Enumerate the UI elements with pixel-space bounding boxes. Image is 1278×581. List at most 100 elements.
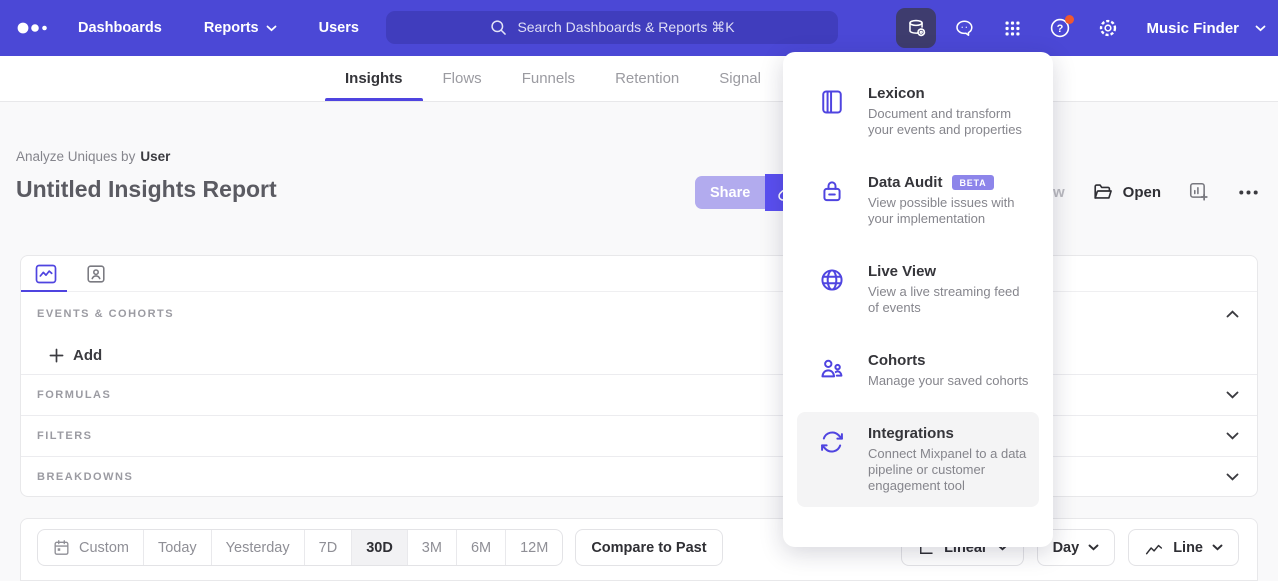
tab-funnels[interactable]: Funnels [502,56,595,101]
builder-tabs [21,256,1257,292]
menu-item-desc: View a live streaming feed of events [868,284,1031,316]
chart-tab-icon [34,263,58,285]
filters-section-header[interactable]: FILTERS [21,415,1257,456]
search-input[interactable]: Search Dashboards & Reports ⌘K [386,11,838,44]
add-event-button[interactable]: Add [21,336,1257,374]
range-label: Custom [79,540,129,556]
plus-icon [49,348,64,363]
notification-dot [1065,15,1074,24]
mixpanel-logo-icon[interactable] [16,21,60,35]
share-button[interactable]: Share [695,176,765,209]
menu-item-text: Data Audit BETA View possible issues wit… [868,174,1031,227]
range-label: Yesterday [226,540,290,556]
chevron-down-icon[interactable] [1226,473,1239,481]
nav-item-dashboards[interactable]: Dashboards [78,20,162,36]
tab-users-profile[interactable] [83,263,109,285]
menu-item-desc: Document and transform your events and p… [868,106,1031,138]
nav-item-label: Reports [204,20,259,36]
range-label: 12M [520,540,548,556]
project-name: Music Finder [1146,20,1239,37]
range-7d[interactable]: 7D [304,530,352,565]
book-icon [818,87,848,138]
top-nav: Dashboards Reports Users Search Dashboar… [0,0,1278,56]
range-today[interactable]: Today [143,530,211,565]
range-12m[interactable]: 12M [505,530,562,565]
menu-item-desc: Connect Mixpanel to a data pipeline or c… [868,446,1031,494]
events-cohorts-section-header[interactable]: EVENTS & COHORTS [21,292,1257,336]
range-label: 30D [366,540,393,556]
apps-grid-button[interactable] [992,8,1032,48]
add-to-dashboard-button[interactable] [1188,181,1210,203]
nav-right-cluster: ? Music Finder [896,0,1266,56]
date-range-segmented-control: Custom Today Yesterday 7D 30D 3M 6M 12M [37,529,563,566]
events-cohorts-label: EVENTS & COHORTS [37,308,174,320]
menu-item-title: Live View [868,263,1031,280]
ellipsis-icon [1237,181,1260,204]
tab-events-chart[interactable] [33,263,59,285]
chart-type-dropdown[interactable]: Line [1128,529,1239,566]
user-tab-icon [85,263,107,285]
page-title[interactable]: Untitled Insights Report [16,176,277,203]
menu-item-title: Data Audit BETA [868,174,1031,191]
gear-icon [1097,17,1119,39]
range-yesterday[interactable]: Yesterday [211,530,304,565]
search-placeholder: Search Dashboards & Reports ⌘K [517,19,734,36]
add-label: Add [73,347,102,364]
calendar-icon [52,538,71,557]
search-icon [489,18,508,37]
menu-item-desc: View possible issues with your implement… [868,195,1031,227]
range-label: 3M [422,540,442,556]
chevron-down-icon[interactable] [1226,391,1239,399]
beta-badge: BETA [952,175,993,190]
menu-item-lexicon[interactable]: Lexicon Document and transform your even… [797,72,1039,151]
chevron-down-icon [266,25,277,32]
chart-toolbar: Custom Today Yesterday 7D 30D 3M 6M 12M … [20,518,1258,581]
tab-label: Signal [719,70,761,87]
range-6m[interactable]: 6M [456,530,505,565]
formulas-label: FORMULAS [37,389,111,401]
subtitle-value[interactable]: User [140,149,170,164]
menu-item-integrations[interactable]: Integrations Connect Mixpanel to a data … [797,412,1039,507]
help-button[interactable]: ? [1040,8,1080,48]
tab-retention[interactable]: Retention [595,56,699,101]
breakdowns-section-header[interactable]: BREAKDOWNS [21,456,1257,497]
formulas-section-header[interactable]: FORMULAS [21,374,1257,415]
tab-flows[interactable]: Flows [423,56,502,101]
feedback-button[interactable] [944,8,984,48]
nav-links: Dashboards Reports Users [78,20,359,36]
line-chart-icon [1144,539,1164,557]
lock-icon [818,176,848,227]
chevron-down-icon [1255,25,1266,32]
range-30d[interactable]: 30D [351,530,407,565]
menu-item-title-text: Data Audit [868,174,942,191]
menu-item-live-view[interactable]: Live View View a live streaming feed of … [797,250,1039,329]
menu-item-text: Cohorts Manage your saved cohorts [868,352,1028,389]
range-3m[interactable]: 3M [407,530,456,565]
menu-item-data-audit[interactable]: Data Audit BETA View possible issues wit… [797,161,1039,240]
data-management-button[interactable] [896,8,936,48]
chart-add-icon [1188,181,1210,203]
range-label: 7D [319,540,338,556]
chevron-down-icon[interactable] [1226,432,1239,440]
interval-label: Day [1053,540,1080,556]
compare-label: Compare to Past [591,540,706,556]
more-options-button[interactable] [1237,181,1260,204]
range-label: Today [158,540,197,556]
tab-signal[interactable]: Signal [699,56,781,101]
chevron-up-icon[interactable] [1226,310,1239,318]
open-report-button[interactable]: Open [1092,181,1161,203]
range-custom[interactable]: Custom [38,530,143,565]
nav-item-users[interactable]: Users [319,20,359,36]
tab-insights[interactable]: Insights [325,56,423,101]
menu-item-text: Lexicon Document and transform your even… [868,85,1031,138]
tab-label: Insights [345,70,403,87]
settings-button[interactable] [1088,8,1128,48]
menu-item-cohorts[interactable]: Cohorts Manage your saved cohorts [797,339,1039,402]
menu-item-text: Integrations Connect Mixpanel to a data … [868,425,1031,494]
project-selector[interactable]: Music Finder [1146,20,1266,37]
range-label: 6M [471,540,491,556]
database-gear-icon [905,17,928,40]
compare-to-past-button[interactable]: Compare to Past [575,529,722,566]
menu-item-title: Integrations [868,425,1031,442]
nav-item-reports[interactable]: Reports [204,20,277,36]
